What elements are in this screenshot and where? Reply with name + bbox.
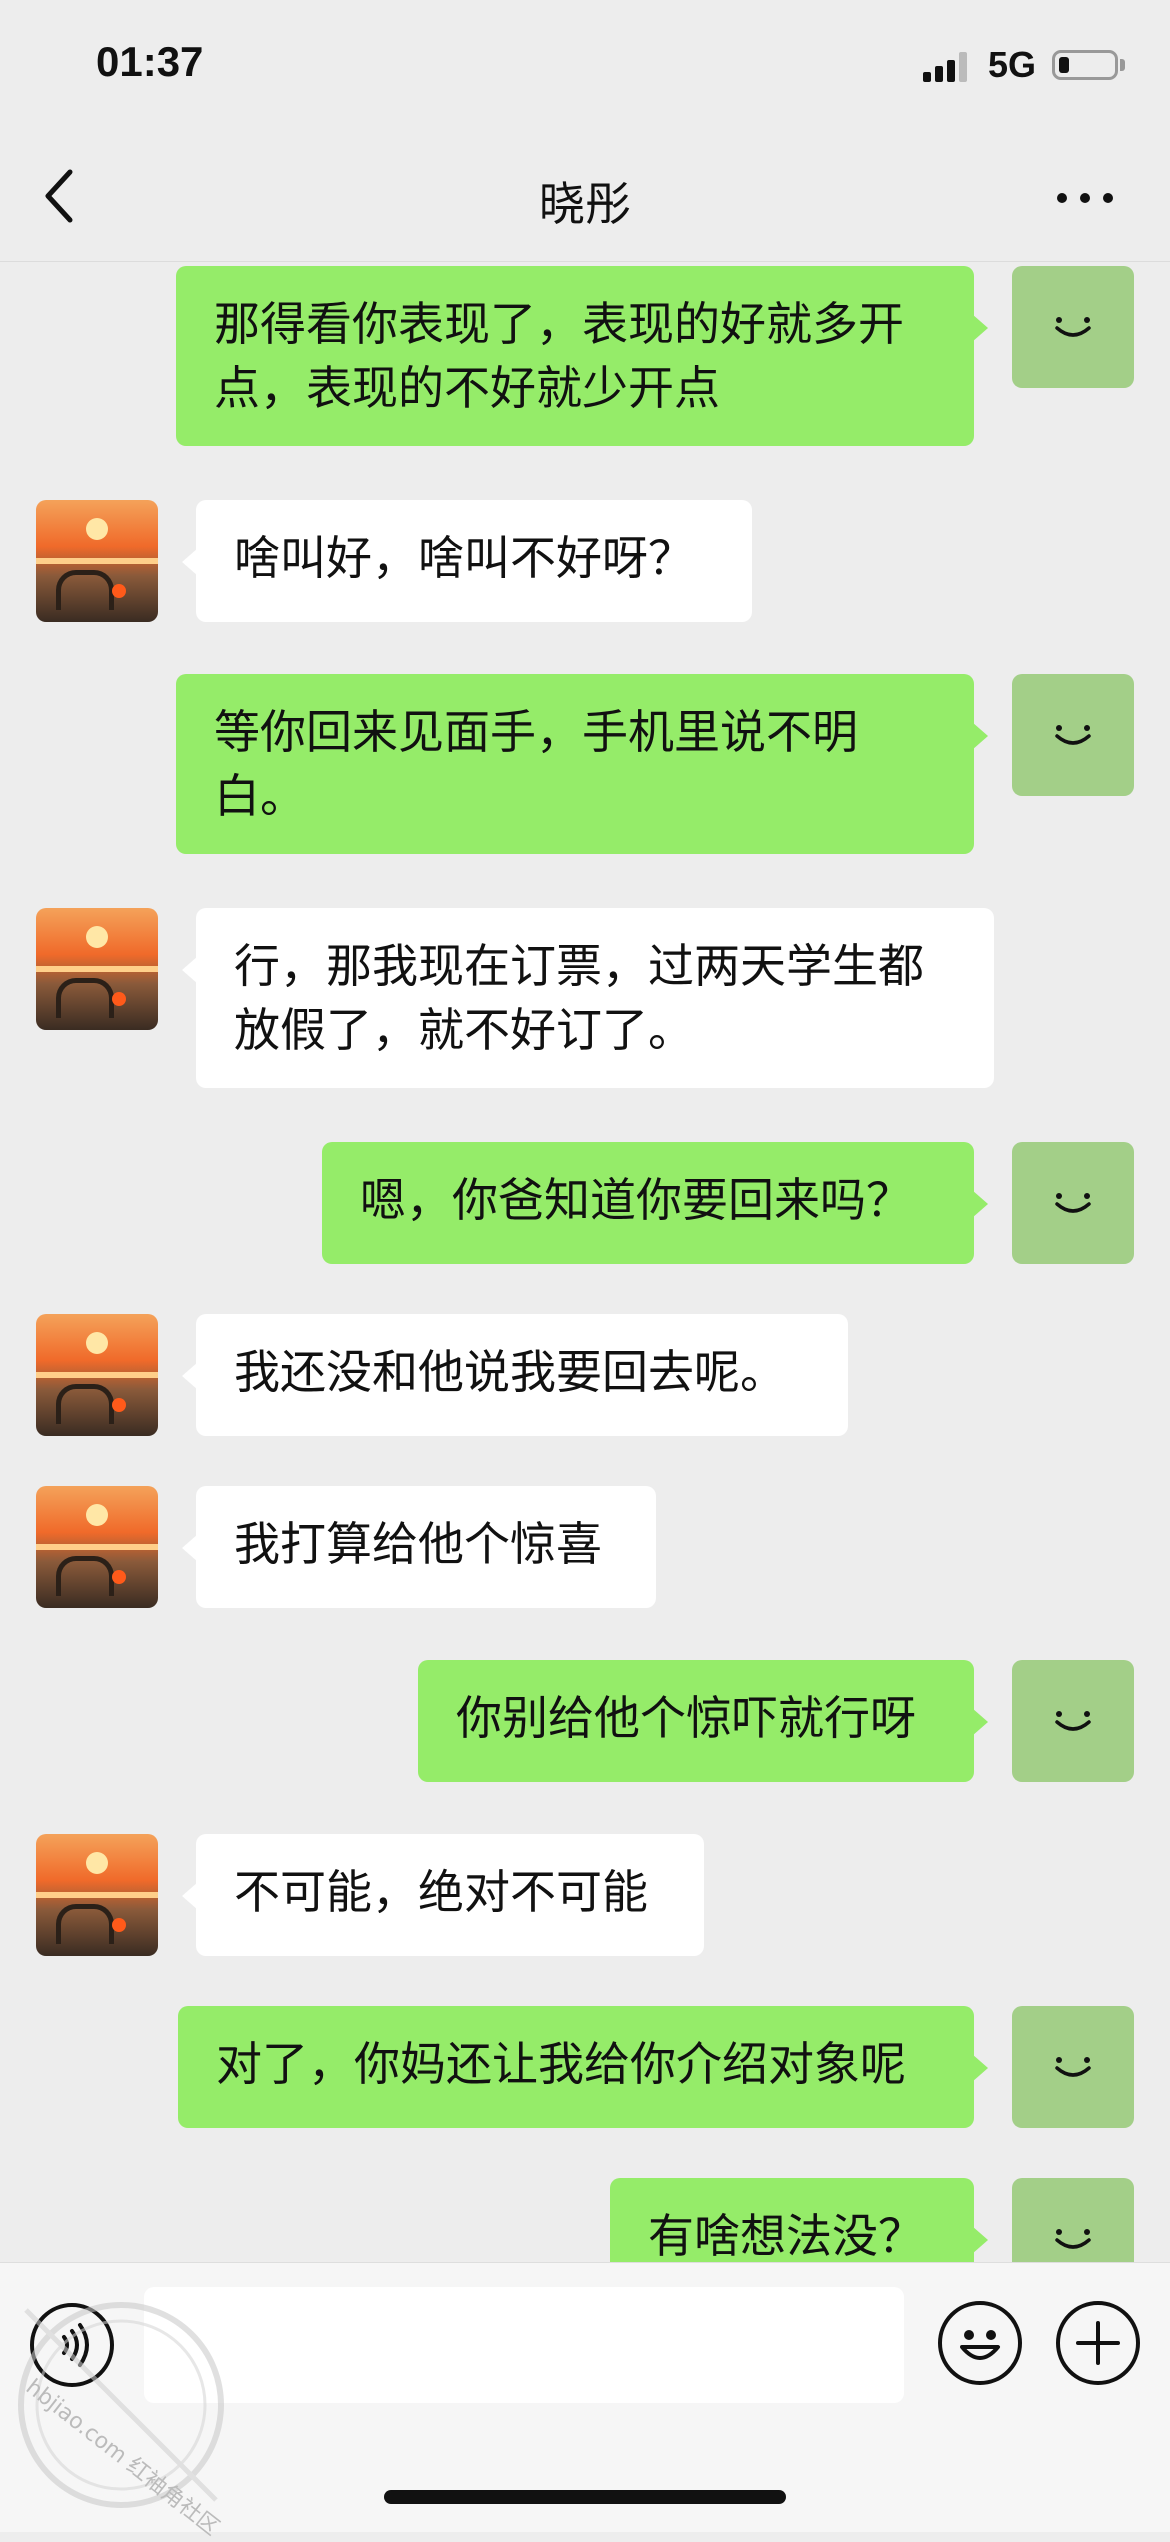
message-outgoing[interactable]: 等你回来见面手，手机里说不明 白。 [176,674,988,854]
my-avatar[interactable] [1012,2006,1134,2128]
plus-icon [1076,2321,1120,2365]
message-line: 点，表现的不好就少开点 [214,361,720,415]
chat-header: 晓彤 [0,130,1170,262]
message-line: 那得看你表现了，表现的好就多开 [214,297,904,351]
more-dots-icon [1057,193,1067,203]
message-incoming[interactable]: 我还没和他说我要回去呢。 [182,1314,848,1436]
status-bar: 01:37 5G [0,0,1170,130]
battery-cap [1120,59,1125,71]
smile-icon [1055,2057,1091,2077]
message-line: 有啥想法没？ [648,2209,924,2262]
message-outgoing[interactable]: 你别给他个惊吓就行呀 [418,1660,988,1782]
chat-title: 晓彤 [539,177,631,231]
network-label: 5G [988,44,1037,85]
my-avatar[interactable] [1012,1142,1134,1264]
smile-icon [1055,1711,1091,1731]
message-incoming[interactable]: 不可能，绝对不可能 [182,1834,704,1956]
message-outgoing[interactable]: 嗯，你爸知道你要回来吗？ [322,1142,988,1264]
message-outgoing[interactable]: 有啥想法没？ [610,2178,988,2262]
contact-avatar[interactable] [36,908,158,1030]
message-input[interactable] [144,2287,904,2403]
emoji-icon [960,2330,1000,2360]
my-avatar[interactable] [1012,2178,1134,2262]
message-line: 我打算给他个惊喜 [234,1517,602,1571]
message-outgoing[interactable]: 对了，你妈还让我给你介绍对象呢 [178,2006,988,2128]
status-time: 01:37 [96,38,204,85]
my-avatar[interactable] [1012,674,1134,796]
message-line: 放假了，就不好订了。 [234,1003,694,1057]
message-incoming[interactable]: 我打算给他个惊喜 [182,1486,656,1608]
message-line: 等你回来见面手，手机里说不明 [214,705,858,759]
message-outgoing[interactable]: 那得看你表现了，表现的好就多开 点，表现的不好就少开点 [176,266,988,446]
message-line: 嗯，你爸知道你要回来吗？ [360,1173,912,1227]
signal-icon [923,52,971,82]
contact-avatar[interactable] [36,1834,158,1956]
home-indicator[interactable] [384,2490,786,2504]
message-incoming[interactable]: 行，那我现在订票，过两天学生都 放假了，就不好订了。 [182,908,994,1088]
message-line: 啥叫好，啥叫不好呀？ [234,531,694,585]
plus-button[interactable] [1056,2301,1140,2385]
message-line: 我还没和他说我要回去呢。 [234,1345,786,1399]
more-button[interactable] [1045,160,1125,232]
contact-avatar[interactable] [36,1314,158,1436]
message-line: 行，那我现在订票，过两天学生都 [234,939,924,993]
contact-avatar[interactable] [36,500,158,622]
smile-icon [1055,317,1091,337]
message-list[interactable]: 那得看你表现了，表现的好就多开 点，表现的不好就少开点 啥叫好，啥叫不好呀？ 等… [0,262,1170,2262]
smile-icon [1055,2229,1091,2249]
battery-icon [1052,50,1118,80]
battery-level [1059,57,1069,73]
contact-avatar[interactable] [36,1486,158,1608]
my-avatar[interactable] [1012,266,1134,388]
message-line: 不可能，绝对不可能 [234,1865,648,1919]
message-line: 对了，你妈还让我给你介绍对象呢 [216,2037,906,2091]
message-line: 你别给他个惊吓就行呀 [456,1691,916,1745]
message-incoming[interactable]: 啥叫好，啥叫不好呀？ [182,500,752,622]
my-avatar[interactable] [1012,1660,1134,1782]
message-line: 白。 [214,769,306,823]
emoji-button[interactable] [938,2301,1022,2385]
smile-icon [1055,1193,1091,1213]
smile-icon [1055,725,1091,745]
